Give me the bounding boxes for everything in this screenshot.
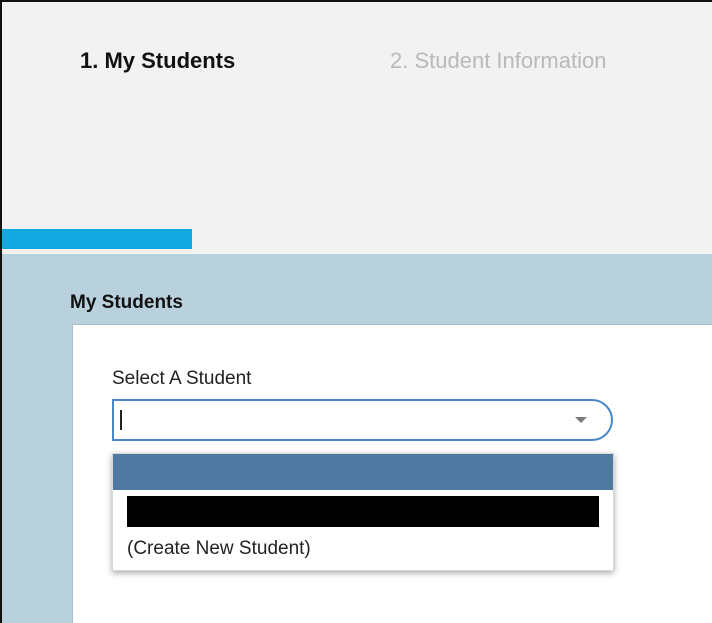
wizard-header: 1. My Students 2. Student Information <box>2 2 712 254</box>
student-select-input[interactable] <box>112 399 613 441</box>
chevron-down-icon[interactable] <box>575 417 587 423</box>
select-student-label: Select A Student <box>112 368 252 389</box>
dropdown-option-highlighted[interactable] <box>113 454 613 490</box>
text-cursor <box>120 410 122 430</box>
app-frame: 1. My Students 2. Student Information My… <box>0 0 712 623</box>
step-student-information[interactable]: 2. Student Information <box>390 48 606 74</box>
dropdown-option-redacted[interactable] <box>127 496 599 527</box>
student-dropdown-list[interactable]: (Create New Student) <box>112 453 614 571</box>
section-title: My Students <box>70 292 183 313</box>
step-my-students[interactable]: 1. My Students <box>80 48 235 74</box>
create-new-student-option[interactable]: (Create New Student) <box>127 538 311 560</box>
wizard-progress-bar <box>2 229 192 249</box>
